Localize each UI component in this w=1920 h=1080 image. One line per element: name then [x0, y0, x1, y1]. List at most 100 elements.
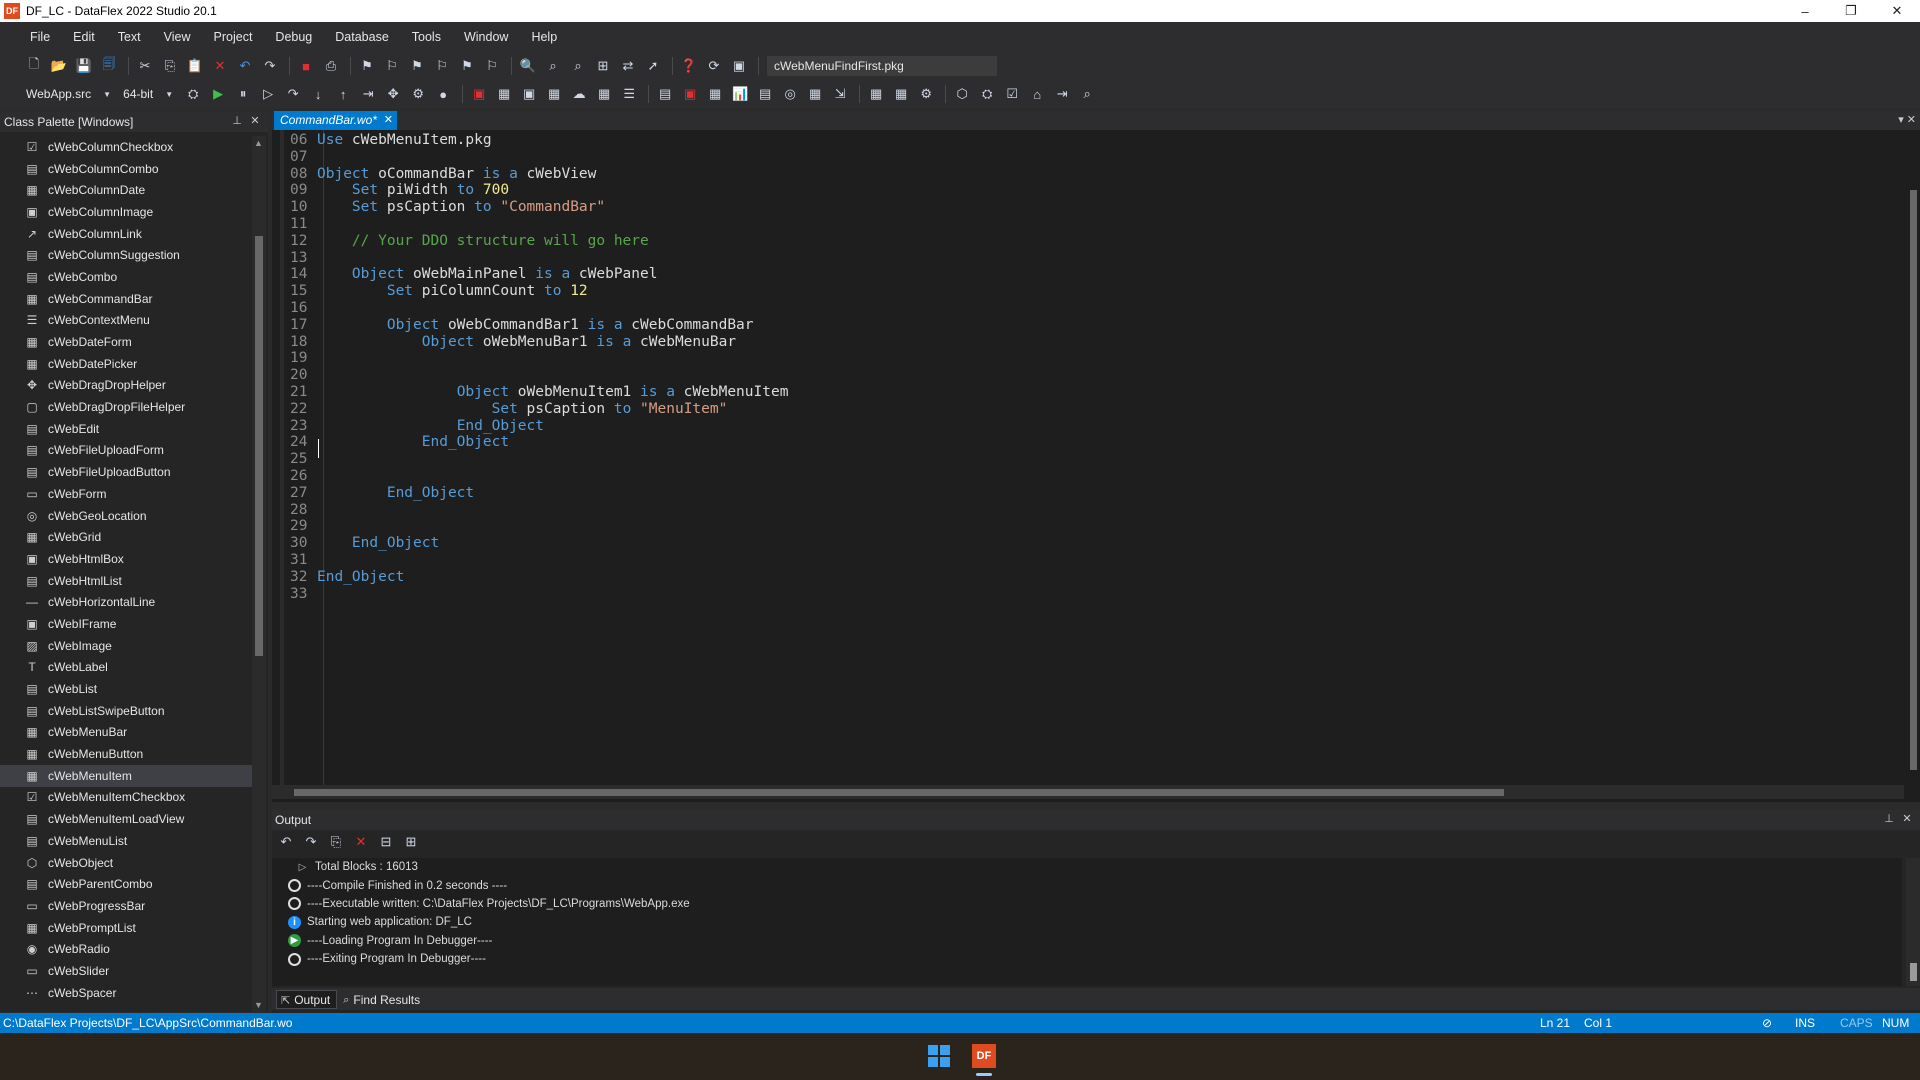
dataflex-taskbar-icon[interactable]: DF	[972, 1044, 996, 1068]
code-editor[interactable]: 06 Use cWebMenuItem.pkg 07 08 Object oComman…	[272, 130, 1920, 802]
tab-commandbar[interactable]: CommandBar.wo* ✕	[274, 111, 397, 130]
code-line[interactable]: Object oCommandBar is a cWebView	[317, 166, 596, 182]
windows-start-icon[interactable]	[928, 1045, 950, 1067]
watch-icon[interactable]: ⚙	[410, 86, 426, 102]
save-all-icon[interactable]: 🗐	[101, 56, 117, 74]
palette-item[interactable]: ▦ cWebDatePicker	[0, 353, 252, 375]
package-icon[interactable]: ⬡	[954, 86, 970, 102]
palette-item[interactable]: ▤ cWebColumnSuggestion	[0, 244, 252, 266]
close-icon[interactable]: ✕	[246, 114, 264, 127]
output-line[interactable]: ▶ ----Loading Program In Debugger----	[272, 932, 1902, 950]
palette-item[interactable]: ▭ cWebProgressBar	[0, 895, 252, 917]
code-line[interactable]: Object oWebMainPanel is a cWebPanel	[317, 266, 658, 282]
code-line[interactable]: Set psCaption to "MenuItem"	[317, 401, 728, 417]
code-line[interactable]: Object oWebMenuItem1 is a cWebMenuItem	[317, 384, 789, 400]
palette-item[interactable]: ▤ cWebEdit	[0, 418, 252, 440]
palette-item[interactable]: ▣ cWebColumnImage	[0, 201, 252, 223]
palette-item[interactable]: ▦ cWebMenuButton	[0, 743, 252, 765]
palette-item[interactable]: ▤ cWebHtmlList	[0, 570, 252, 592]
undo-icon[interactable]: ↶	[237, 58, 253, 74]
bookmark-prev-icon[interactable]: ⚐	[384, 58, 400, 74]
code-line[interactable]: // Your DDO structure will go here	[317, 233, 649, 249]
palette-item[interactable]: ▢ cWebDragDropFileHelper	[0, 396, 252, 418]
pin-icon[interactable]: ⊥	[228, 114, 246, 127]
menu-view[interactable]: View	[164, 30, 191, 44]
pin-icon[interactable]: ⊥	[1880, 812, 1898, 825]
palette-item[interactable]: ⋯ cWebSpacer	[0, 982, 252, 1004]
report-icon[interactable]: ▤	[657, 86, 673, 102]
scrollbar-thumb[interactable]	[1910, 190, 1917, 770]
exit-icon[interactable]: ⇥	[1054, 86, 1070, 102]
print-icon[interactable]: ⎙	[323, 58, 339, 74]
tab-find-results[interactable]: ⌕ Find Results	[339, 990, 426, 1009]
scrollbar-thumb[interactable]	[1910, 963, 1917, 981]
panel-icon[interactable]: ▦	[707, 86, 723, 102]
search-doc-icon[interactable]: ⌕	[1079, 86, 1095, 102]
palette-item[interactable]: ▤ cWebParentCombo	[0, 873, 252, 895]
code-line[interactable]: End_Object	[317, 569, 404, 585]
copy-icon[interactable]: ⎘	[162, 58, 178, 74]
pause-icon[interactable]: ⏸	[235, 86, 251, 102]
goto-icon[interactable]: ➚	[645, 58, 661, 74]
window-icon[interactable]: ▣	[731, 58, 747, 74]
palette-item[interactable]: ▦ cWebDateForm	[0, 331, 252, 353]
step-into-icon[interactable]: ↓	[310, 86, 326, 102]
palette-item[interactable]: ▤ cWebMenuList	[0, 830, 252, 852]
menu-database[interactable]: Database	[335, 30, 389, 44]
output-scrollbar[interactable]	[1906, 858, 1920, 986]
dialog-icon[interactable]: ▦	[496, 86, 512, 102]
palette-item[interactable]: ☑ cWebMenuItemCheckbox	[0, 787, 252, 809]
find-next-icon[interactable]: ⌕	[545, 58, 561, 74]
palette-item[interactable]: ▤ cWebList	[0, 678, 252, 700]
palette-item[interactable]: ◎ cWebGeoLocation	[0, 505, 252, 527]
database-builder-icon[interactable]: ▦	[893, 86, 909, 102]
web-view-icon[interactable]: ▦	[546, 86, 562, 102]
scroll-down-icon[interactable]: ▼	[254, 1000, 263, 1010]
find-icon[interactable]: 🔍	[520, 58, 536, 74]
code-line[interactable]: Set piColumnCount to 12	[317, 283, 588, 299]
scrollbar-thumb[interactable]	[255, 236, 263, 656]
palette-item[interactable]: ▭ cWebSlider	[0, 960, 252, 982]
menu-help[interactable]: Help	[531, 30, 557, 44]
refresh-icon[interactable]: ⟳	[706, 58, 722, 74]
palette-item[interactable]: ☰ cWebContextMenu	[0, 310, 252, 332]
stop-debug-icon[interactable]: ●	[435, 86, 451, 102]
lookup-icon[interactable]: ▦	[807, 86, 823, 102]
sql-icon[interactable]: ⚙	[918, 86, 934, 102]
help-icon[interactable]: ❓	[681, 58, 697, 74]
palette-item[interactable]: ▦ cWebColumnDate	[0, 179, 252, 201]
palette-item[interactable]: ▤ cWebListSwipeButton	[0, 700, 252, 722]
output-line[interactable]: ----Executable written: C:\DataFlex Proj…	[272, 895, 1902, 913]
chart-icon[interactable]: 📊	[732, 86, 748, 102]
tab-output[interactable]: ⇱ Output	[276, 989, 338, 1009]
continue-icon[interactable]: ▷	[260, 86, 276, 102]
table-editor-icon[interactable]: ▦	[868, 86, 884, 102]
palette-item[interactable]: ▨ cWebImage	[0, 635, 252, 657]
close-icon[interactable]: ✕	[1898, 812, 1916, 825]
palette-item[interactable]: ▤ cWebCombo	[0, 266, 252, 288]
code-line[interactable]: End_Object	[317, 485, 474, 501]
code-line[interactable]: End_Object	[317, 418, 544, 434]
chevron-down-icon[interactable]: ▼	[161, 86, 177, 102]
delete-icon[interactable]: ✕	[212, 58, 228, 74]
replace-icon[interactable]: ⇄	[620, 58, 636, 74]
output-line[interactable]: ----Exiting Program In Debugger----	[272, 950, 1902, 968]
modal-icon[interactable]: ▣	[521, 86, 537, 102]
menu-debug[interactable]: Debug	[275, 30, 312, 44]
palette-item[interactable]: TcWebLabel	[0, 657, 252, 679]
code-line[interactable]: Object oWebMenuBar1 is a cWebMenuBar	[317, 334, 736, 350]
palette-item[interactable]: ▤ cWebColumnCombo	[0, 158, 252, 180]
palette-item[interactable]: ▦ cWebGrid	[0, 526, 252, 548]
tab-menu-icon[interactable]: ▾ ✕	[1898, 113, 1916, 126]
bookmark-next-file-icon[interactable]: ⚐	[434, 58, 450, 74]
compile-icon[interactable]: ⛭	[185, 86, 201, 102]
output-line[interactable]: i Starting web application: DF_LC	[272, 913, 1902, 931]
find-prev-icon[interactable]: ⌕	[570, 58, 586, 74]
new-file-icon[interactable]: 🗋	[26, 56, 42, 74]
find-in-files-icon[interactable]: ⊞	[595, 58, 611, 74]
palette-item[interactable]: ↗ cWebColumnLink	[0, 223, 252, 245]
palette-item[interactable]: ▤ cWebFileUploadForm	[0, 440, 252, 462]
open-folder-icon[interactable]: 📂	[51, 58, 67, 74]
workspace-icon[interactable]: ⛭	[979, 86, 995, 102]
code-line[interactable]: End_Object	[317, 434, 509, 450]
